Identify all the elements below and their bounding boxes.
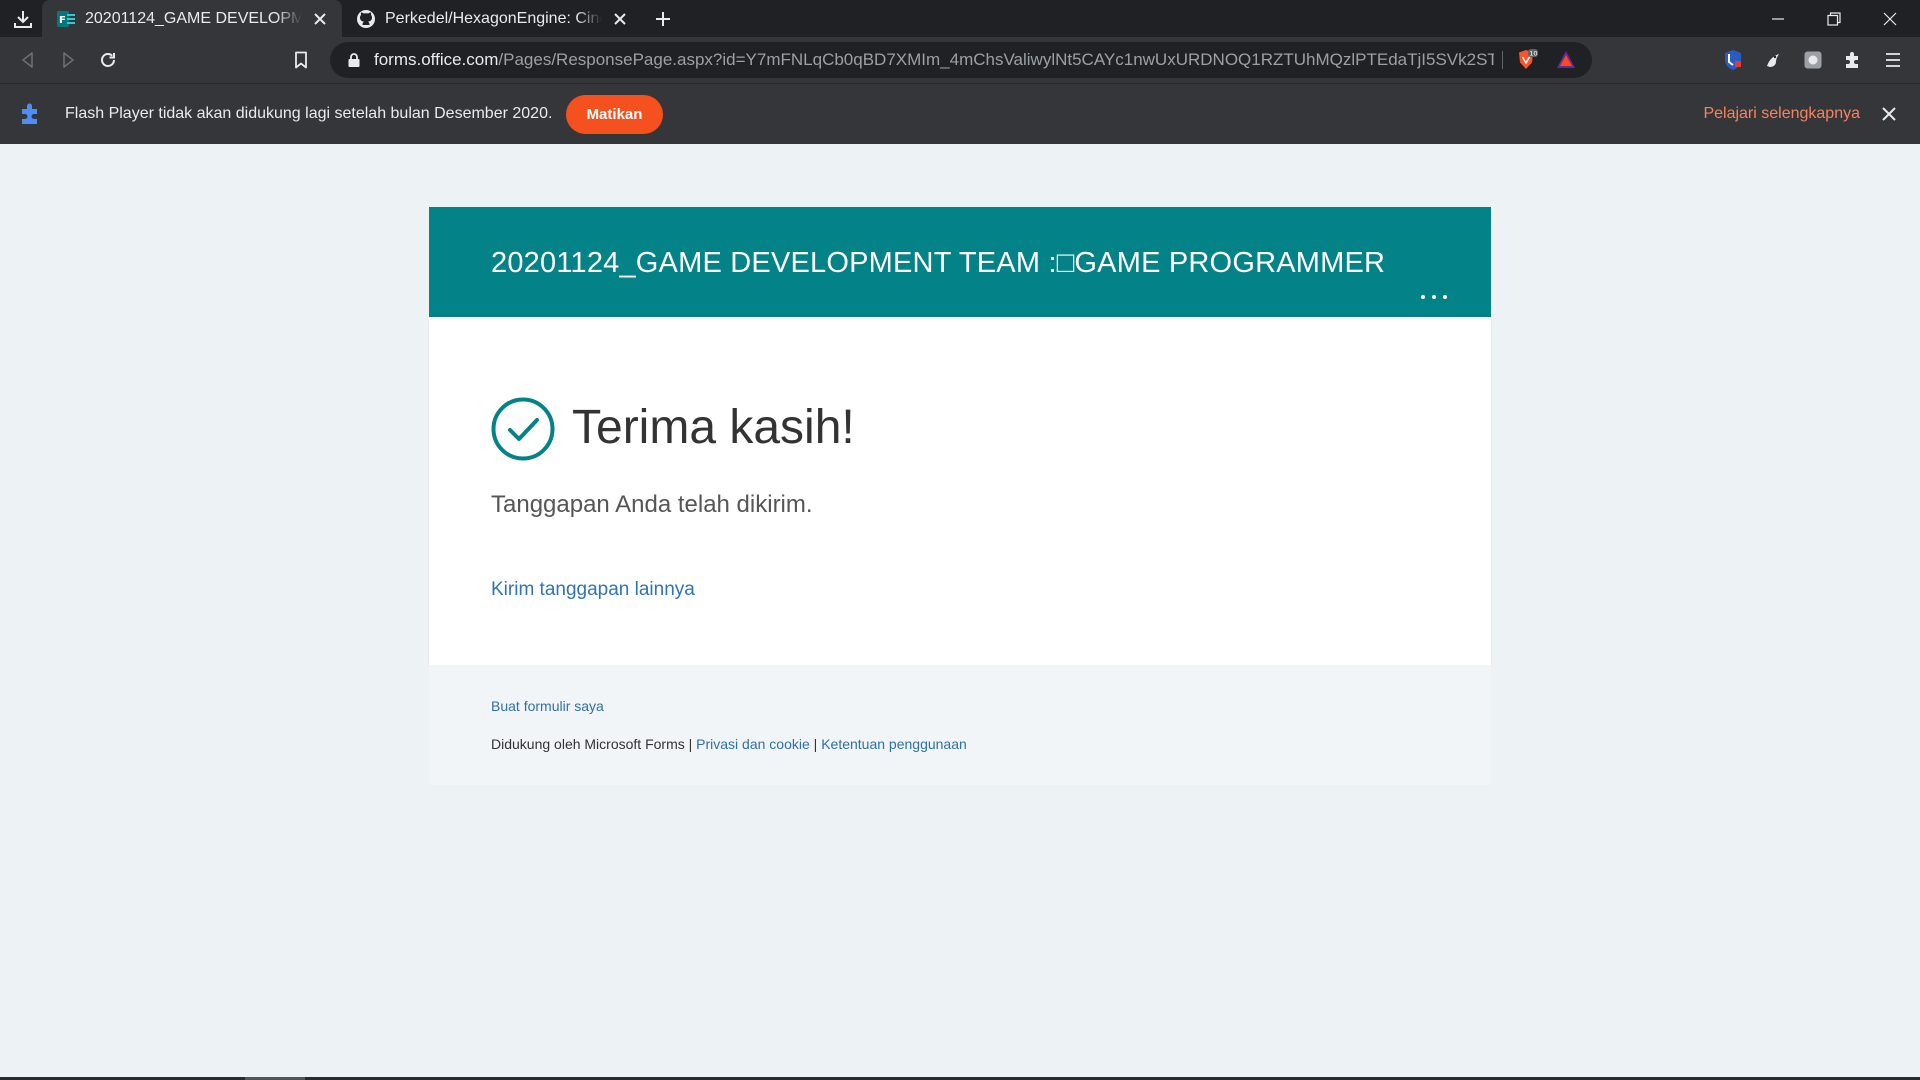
brave-badge: 10 [1529,50,1537,58]
footer-separator: | [813,736,818,752]
tab-title: Perkedel/HexagonEngine: Cinematic [385,9,602,27]
powered-by-line: Didukung oleh Microsoft Forms | Privasi … [491,736,967,752]
github-icon [356,9,376,29]
tab-github[interactable]: Perkedel/HexagonEngine: Cinematic [342,0,642,37]
extensions-icon[interactable] [1838,45,1868,75]
bird-extension-icon[interactable] [1758,45,1788,75]
screenshot-extension-icon[interactable] [1798,45,1828,75]
brave-shields-icon[interactable]: 10 [1514,48,1538,72]
new-tab-icon[interactable] [648,4,678,34]
close-window-button[interactable] [1862,0,1918,37]
close-tab-icon[interactable] [310,9,330,29]
puzzle-icon [18,101,44,127]
restore-button[interactable] [1806,0,1862,37]
tab-title: 20201124_GAME DEVELOPMENT TEAM : GAME PR… [85,9,302,27]
infobar-message: Flash Player tidak akan didukung lagi se… [65,105,553,122]
url-text[interactable]: forms.office.com/Pages/ResponsePage.aspx… [374,50,1494,70]
learn-more-link[interactable]: Pelajari selengkapnya [1703,105,1860,123]
form-title: 20201124_GAME DEVELOPMENT TEAM :□GAME PR… [491,247,1386,279]
privacy-link[interactable]: Privasi dan cookie [696,736,810,752]
svg-text:F: F [59,15,66,26]
form-header: 20201124_GAME DEVELOPMENT TEAM :□GAME PR… [429,207,1491,317]
thank-you-heading: Terima kasih! [572,401,855,454]
powered-by-text: Didukung oleh Microsoft Forms | [491,736,693,752]
terms-link[interactable]: Ketentuan penggunaan [821,736,967,752]
flash-infobar: Flash Player tidak akan didukung lagi se… [0,83,1920,144]
reload-icon[interactable] [92,44,124,76]
tab-strip: F 20201124_GAME DEVELOPMENT TEAM : GAME … [0,0,1920,37]
close-tab-icon[interactable] [610,9,630,29]
url-host: forms.office.com [374,50,499,69]
shield-extension-icon[interactable] [1718,45,1748,75]
check-circle-icon [491,397,555,461]
tab-forms[interactable]: F 20201124_GAME DEVELOPMENT TEAM : GAME … [42,0,342,37]
close-icon[interactable] [1878,103,1900,125]
omnibox-divider [1502,51,1503,69]
address-bar[interactable]: forms.office.com/Pages/ResponsePage.aspx… [330,42,1592,78]
download-icon[interactable] [8,4,38,34]
create-form-link[interactable]: Buat formulir saya [491,698,604,714]
brave-rewards-icon[interactable] [1554,48,1578,72]
back-icon[interactable] [12,44,44,76]
browser-toolbar: forms.office.com/Pages/ResponsePage.aspx… [0,37,1920,83]
submitted-message: Tanggapan Anda telah dikirim. [491,491,813,518]
lock-icon[interactable] [344,50,364,70]
confirmation-card: Terima kasih! Tanggapan Anda telah dikir… [429,317,1491,665]
minimize-button[interactable] [1750,0,1806,37]
form-footer: Buat formulir saya Didukung oleh Microso… [429,665,1491,785]
submit-another-link[interactable]: Kirim tanggapan lainnya [491,579,695,601]
disable-flash-button[interactable]: Matikan [566,95,663,134]
more-options-icon[interactable] [1417,289,1451,305]
forms-icon: F [56,9,76,29]
page-content: 20201124_GAME DEVELOPMENT TEAM :□GAME PR… [0,144,1920,1080]
menu-icon[interactable] [1878,45,1908,75]
url-path: /Pages/ResponsePage.aspx?id=Y7mFNLqCb0qB… [498,50,1494,69]
bookmark-icon[interactable] [285,44,317,76]
forward-icon[interactable] [52,44,84,76]
